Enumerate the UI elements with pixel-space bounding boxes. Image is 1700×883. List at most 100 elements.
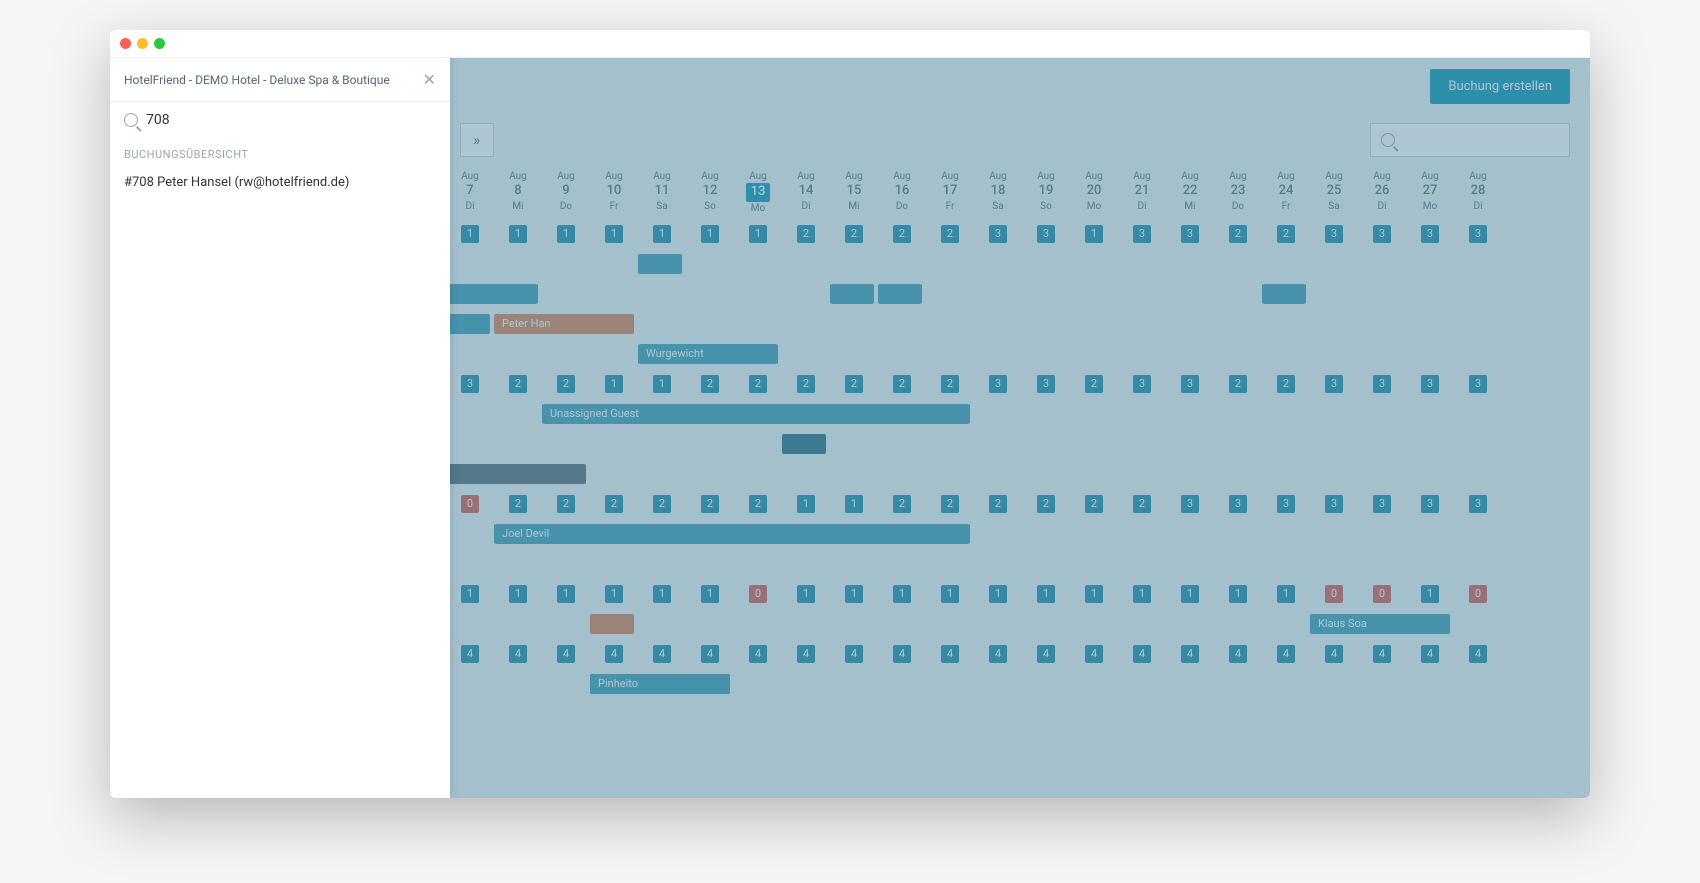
reservation-bar[interactable] <box>638 254 682 274</box>
reservation-bar[interactable] <box>590 614 634 634</box>
availability-count: 3 <box>1373 495 1391 513</box>
availability-count: 3 <box>1325 375 1343 393</box>
availability-count: 2 <box>989 495 1007 513</box>
search-panel-title: HotelFriend - DEMO Hotel - Deluxe Spa & … <box>124 73 390 87</box>
day-column: Aug28Di <box>1454 166 1502 219</box>
availability-count: 2 <box>509 495 527 513</box>
availability-count: 4 <box>845 645 863 663</box>
reservation-bar[interactable] <box>782 434 826 454</box>
availability-count: 3 <box>1373 375 1391 393</box>
reservation-bar[interactable]: Peter Han <box>494 314 634 334</box>
availability-count: 1 <box>1085 585 1103 603</box>
availability-count: 2 <box>1277 375 1295 393</box>
availability-count: 2 <box>557 495 575 513</box>
close-icon[interactable]: ✕ <box>423 70 436 89</box>
day-column: Aug22Mi <box>1166 166 1214 219</box>
next-month-button[interactable]: » <box>460 123 494 157</box>
availability-count: 1 <box>701 225 719 243</box>
day-column: Aug14Di <box>782 166 830 219</box>
reservation-bar[interactable] <box>830 284 874 304</box>
availability-count: 1 <box>1085 225 1103 243</box>
availability-count: 2 <box>701 375 719 393</box>
availability-count: 4 <box>605 645 623 663</box>
availability-count: 2 <box>701 495 719 513</box>
availability-count: 4 <box>1277 645 1295 663</box>
availability-count: 2 <box>941 225 959 243</box>
reservation-bar[interactable]: Unassigned Guest <box>542 404 970 424</box>
availability-count: 4 <box>749 645 767 663</box>
availability-count: 0 <box>1325 585 1343 603</box>
availability-count: 3 <box>1421 225 1439 243</box>
availability-count: 1 <box>557 585 575 603</box>
availability-count: 4 <box>1421 645 1439 663</box>
availability-count: 1 <box>701 585 719 603</box>
day-column: Aug17Fr <box>926 166 974 219</box>
availability-count: 2 <box>749 495 767 513</box>
availability-count: 1 <box>1133 585 1151 603</box>
availability-count: 1 <box>605 585 623 603</box>
availability-count: 2 <box>1085 375 1103 393</box>
availability-count: 2 <box>653 495 671 513</box>
reservation-bar[interactable] <box>1262 284 1306 304</box>
search-input[interactable] <box>146 112 436 128</box>
search-panel: HotelFriend - DEMO Hotel - Deluxe Spa & … <box>110 58 450 798</box>
availability-count: 1 <box>845 585 863 603</box>
availability-count: 3 <box>1277 495 1295 513</box>
create-booking-button[interactable]: Buchung erstellen <box>1430 69 1570 104</box>
availability-count: 0 <box>749 585 767 603</box>
maximize-window-icon[interactable] <box>154 38 165 49</box>
availability-count: 1 <box>653 585 671 603</box>
reservation-bar[interactable] <box>446 314 490 334</box>
availability-count: 3 <box>1469 495 1487 513</box>
day-column: Aug27Mo <box>1406 166 1454 219</box>
search-result-item[interactable]: #708 Peter Hansel (rw@hotelfriend.de) <box>110 169 450 196</box>
close-window-icon[interactable] <box>120 38 131 49</box>
availability-count: 1 <box>893 585 911 603</box>
search-icon <box>124 113 138 127</box>
day-column: Aug24Fr <box>1262 166 1310 219</box>
reservation-bar[interactable]: Wurgewicht <box>638 344 778 364</box>
availability-count: 4 <box>1325 645 1343 663</box>
availability-count: 4 <box>701 645 719 663</box>
availability-count: 1 <box>461 225 479 243</box>
availability-count: 4 <box>557 645 575 663</box>
availability-count: 3 <box>1181 495 1199 513</box>
availability-count: 2 <box>1229 225 1247 243</box>
availability-count: 3 <box>1469 225 1487 243</box>
availability-count: 3 <box>1037 375 1055 393</box>
day-column: Aug25Sa <box>1310 166 1358 219</box>
availability-count: 2 <box>845 375 863 393</box>
availability-count: 1 <box>1229 585 1247 603</box>
availability-count: 2 <box>893 495 911 513</box>
availability-count: 2 <box>1277 225 1295 243</box>
reservation-bar[interactable]: Klaus Soa <box>1310 614 1450 634</box>
availability-count: 2 <box>797 375 815 393</box>
availability-count: 3 <box>1469 375 1487 393</box>
availability-count: 0 <box>1373 585 1391 603</box>
availability-count: 0 <box>461 495 479 513</box>
availability-count: 2 <box>893 375 911 393</box>
search-section-label: BUCHUNGSÜBERSICHT <box>110 148 450 161</box>
availability-count: 1 <box>653 225 671 243</box>
reservation-bar[interactable]: Joel Devil <box>494 524 970 544</box>
minimize-window-icon[interactable] <box>137 38 148 49</box>
day-column: Aug10Fr <box>590 166 638 219</box>
search-panel-header: HotelFriend - DEMO Hotel - Deluxe Spa & … <box>110 58 450 102</box>
availability-count: 4 <box>1469 645 1487 663</box>
availability-count: 1 <box>1421 585 1439 603</box>
availability-count: 3 <box>1133 225 1151 243</box>
reservation-bar[interactable] <box>878 284 922 304</box>
planner-search[interactable] <box>1370 123 1570 157</box>
window-frame: Home / Reservierungsplan Buchung erstell… <box>110 30 1590 798</box>
day-column: Aug20Mo <box>1070 166 1118 219</box>
day-column: Aug18Sa <box>974 166 1022 219</box>
reservation-bar[interactable]: Pinheito <box>590 674 730 694</box>
availability-count: 1 <box>557 225 575 243</box>
availability-count: 1 <box>605 375 623 393</box>
day-column: Aug21Di <box>1118 166 1166 219</box>
availability-count: 1 <box>797 585 815 603</box>
day-column: Aug15Mi <box>830 166 878 219</box>
availability-count: 4 <box>1037 645 1055 663</box>
availability-count: 4 <box>797 645 815 663</box>
availability-count: 2 <box>557 375 575 393</box>
